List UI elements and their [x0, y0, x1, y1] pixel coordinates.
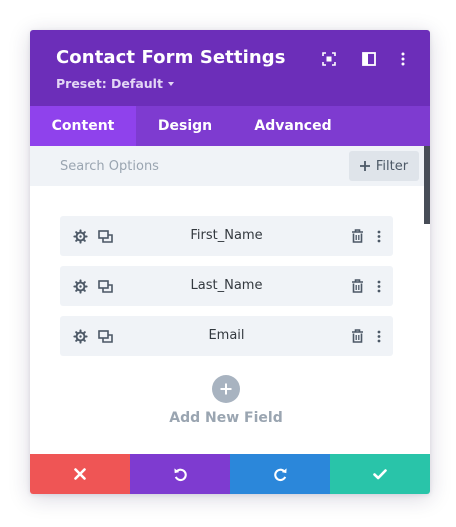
- tab-design[interactable]: Design: [136, 106, 234, 146]
- gear-icon[interactable]: [72, 228, 88, 244]
- check-icon: [373, 468, 387, 479]
- field-row[interactable]: Last_Name: [60, 266, 393, 306]
- caret-down-icon: [167, 82, 174, 86]
- save-button[interactable]: [330, 454, 430, 494]
- filter-button[interactable]: Filter: [349, 151, 419, 181]
- modal-header: Contact Form Settings Preset: Default: [30, 30, 430, 106]
- cancel-button[interactable]: [30, 454, 130, 494]
- gear-icon[interactable]: [72, 278, 88, 294]
- trash-icon[interactable]: [349, 228, 365, 244]
- duplicate-icon[interactable]: [97, 228, 113, 244]
- more-vertical-icon[interactable]: [371, 228, 387, 244]
- scrollbar[interactable]: [424, 146, 430, 224]
- trash-icon[interactable]: [349, 278, 365, 294]
- gear-icon[interactable]: [72, 328, 88, 344]
- redo-icon: [273, 467, 287, 481]
- tab-bar: Content Design Advanced: [30, 106, 430, 146]
- search-bar: Filter: [30, 146, 430, 186]
- trash-icon[interactable]: [349, 328, 365, 344]
- add-field-button[interactable]: [212, 375, 240, 403]
- sidebar-layout-icon[interactable]: [360, 50, 378, 68]
- more-vertical-icon[interactable]: [371, 328, 387, 344]
- duplicate-icon[interactable]: [97, 278, 113, 294]
- add-new-field-label[interactable]: Add New Field: [30, 410, 422, 426]
- more-vertical-icon[interactable]: [394, 50, 412, 68]
- preset-label: Preset: Default: [56, 76, 163, 91]
- field-row[interactable]: First_Name: [60, 216, 393, 256]
- focus-icon[interactable]: [320, 50, 338, 68]
- plus-icon: [220, 383, 232, 395]
- redo-button[interactable]: [230, 454, 330, 494]
- more-vertical-icon[interactable]: [371, 278, 387, 294]
- field-row[interactable]: Email: [60, 316, 393, 356]
- undo-button[interactable]: [130, 454, 230, 494]
- close-icon: [74, 468, 86, 480]
- field-name: First_Name: [190, 228, 263, 243]
- tab-content[interactable]: Content: [30, 106, 136, 146]
- duplicate-icon[interactable]: [97, 328, 113, 344]
- filter-label: Filter: [375, 158, 409, 174]
- tab-advanced[interactable]: Advanced: [234, 106, 352, 146]
- modal-footer: [30, 454, 430, 494]
- preset-dropdown[interactable]: Preset: Default: [56, 76, 174, 91]
- field-name: Email: [208, 328, 245, 343]
- plus-icon: [359, 161, 370, 171]
- field-name: Last_Name: [190, 278, 263, 293]
- contact-form-settings-modal: Contact Form Settings Preset: Default Co…: [30, 30, 430, 494]
- search-input[interactable]: [30, 146, 340, 186]
- undo-icon: [173, 467, 187, 481]
- modal-title: Contact Form Settings: [56, 47, 286, 68]
